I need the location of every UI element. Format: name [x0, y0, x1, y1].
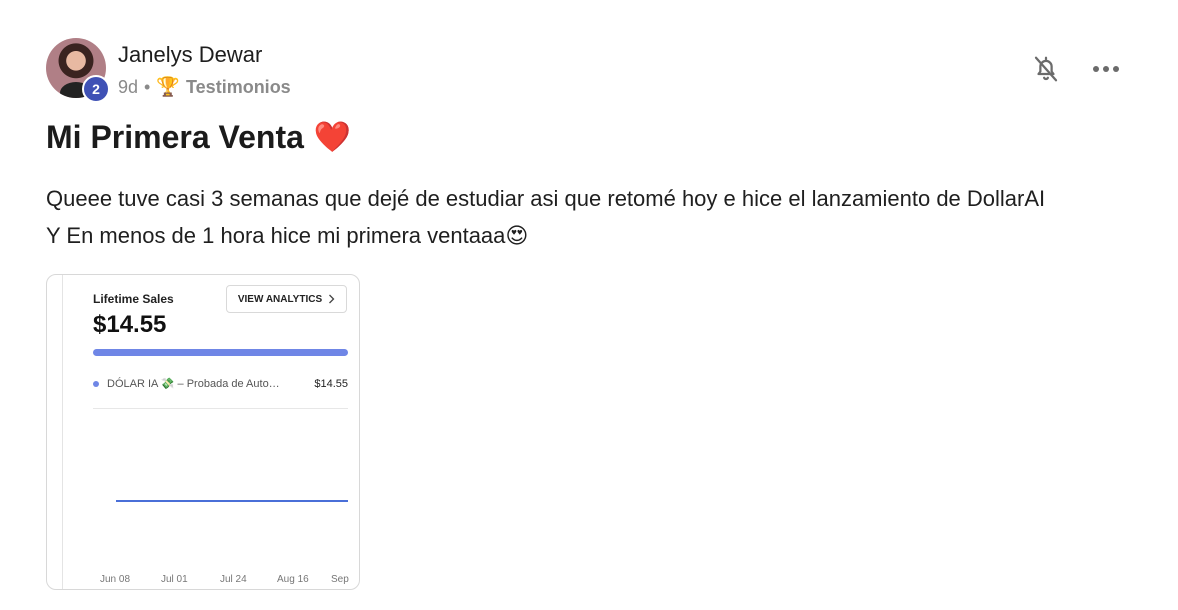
x-tick-label: Aug 16 [277, 574, 309, 585]
x-tick-label: Jul 24 [220, 574, 247, 585]
level-badge: 2 [82, 75, 110, 103]
more-options-button[interactable] [1091, 56, 1121, 82]
product-value: $14.55 [314, 377, 348, 390]
post-body-line: Y En menos de 1 hora hice mi primera ven… [46, 223, 529, 248]
divider [93, 408, 348, 409]
heart-emoji-icon: ❤️ [313, 121, 352, 154]
more-horizontal-icon [1093, 66, 1119, 72]
category-link[interactable]: Testimonios [186, 77, 291, 98]
product-name: DÓLAR IA 💸 – Probada de Auto… [107, 378, 280, 390]
meta-separator: • [144, 76, 151, 97]
post-age: 9d [118, 76, 139, 97]
post-title: Mi Primera Venta ❤️ [46, 119, 351, 156]
view-analytics-label: VIEW ANALYTICS [237, 293, 323, 305]
x-tick-label: Sep [331, 574, 349, 585]
chevron-right-icon [329, 294, 335, 304]
lifetime-sales-amount: $14.55 [93, 311, 167, 338]
attachment-frame: Lifetime Sales $14.55 VIEW ANALYTICS DÓL… [62, 275, 359, 589]
lifetime-sales-label: Lifetime Sales [93, 292, 174, 306]
post-title-text: Mi Primera Venta [46, 119, 304, 155]
post-body: Queee tuve casi 3 semanas que dejé de es… [46, 180, 1146, 254]
view-analytics-button: VIEW ANALYTICS [226, 285, 347, 313]
x-tick-label: Jul 01 [161, 574, 188, 585]
product-row: DÓLAR IA 💸 – Probada de Auto… $14.55 [93, 377, 348, 390]
sales-progress-bar [93, 349, 348, 356]
post-meta: 9d • 🏆 Testimonios [118, 75, 291, 99]
sales-chart-line [116, 500, 348, 502]
trophy-icon: 🏆 [156, 77, 181, 98]
community-post: 2 Janelys Dewar 9d • 🏆 Testimonios Mi Pr… [0, 0, 1178, 610]
legend-dot [93, 380, 99, 387]
author-name[interactable]: Janelys Dewar [118, 42, 262, 68]
image-attachment[interactable]: Lifetime Sales $14.55 VIEW ANALYTICS DÓL… [46, 274, 360, 590]
bell-off-icon[interactable] [1031, 54, 1061, 84]
x-tick-label: Jun 08 [100, 574, 131, 585]
author-avatar-wrapper[interactable]: 2 [46, 38, 110, 103]
post-body-line: Queee tuve casi 3 semanas que dejé de es… [46, 186, 1046, 211]
